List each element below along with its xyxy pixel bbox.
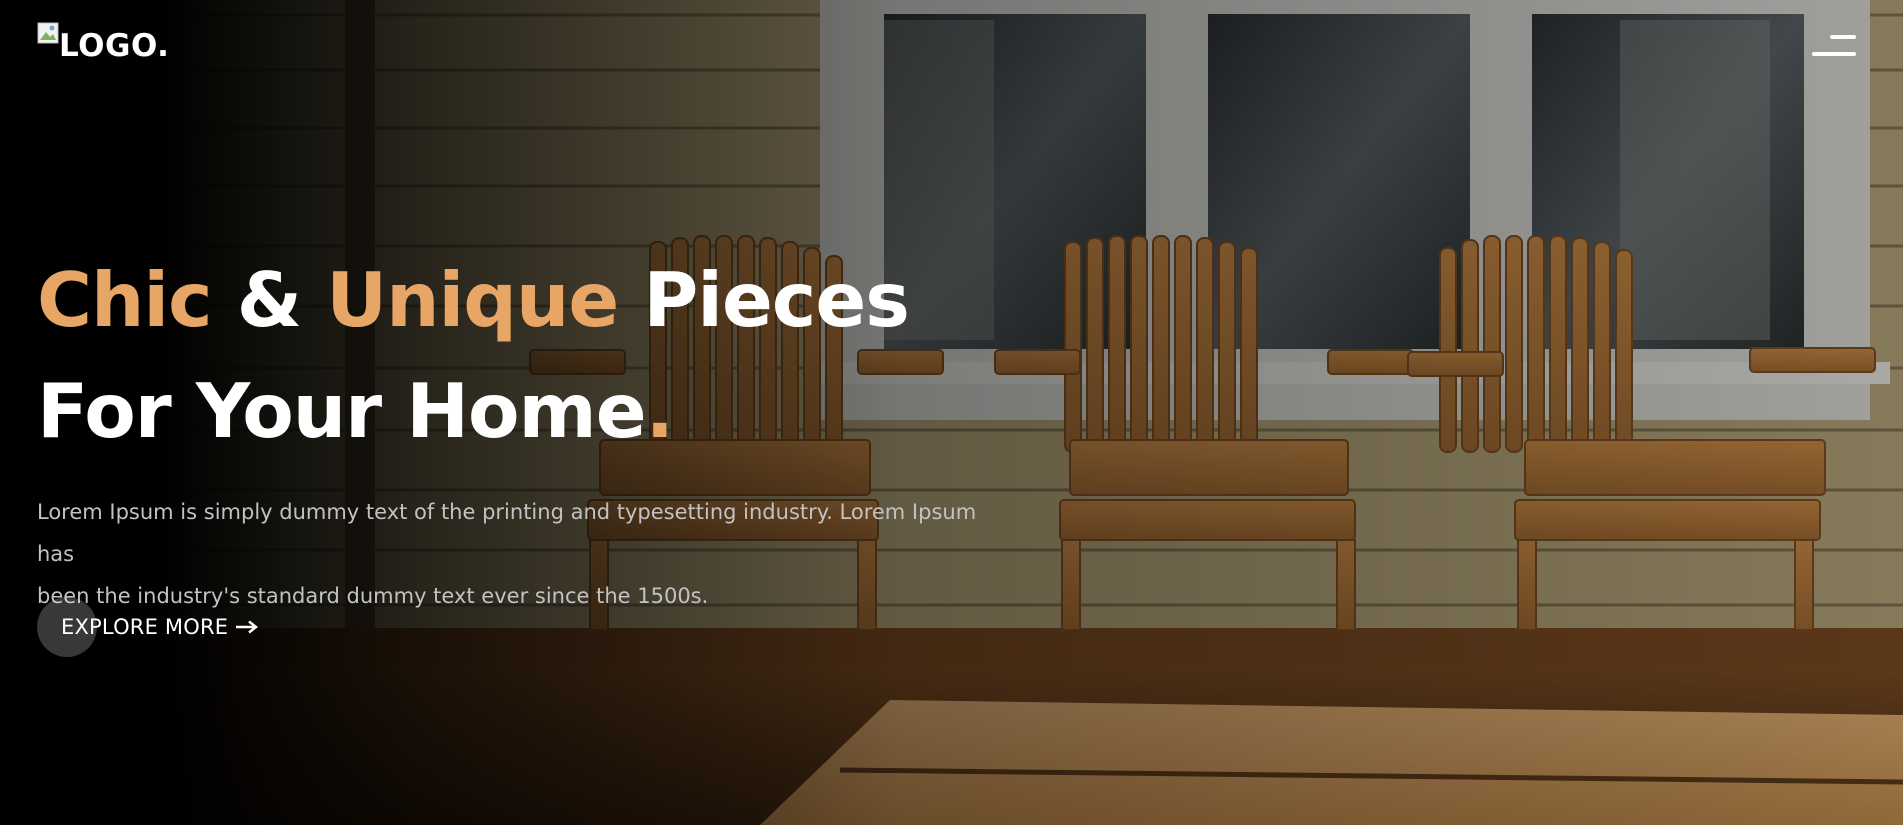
hero-title-line-2: For Your Home. bbox=[37, 356, 1037, 467]
logo[interactable]: LOGO. bbox=[37, 22, 169, 68]
title-for-your-home: For Your Home bbox=[37, 367, 647, 455]
logo-text: LOGO. bbox=[59, 28, 170, 64]
arrow-right-icon bbox=[236, 620, 259, 634]
title-word-unique: Unique bbox=[326, 256, 619, 344]
title-period: . bbox=[645, 367, 674, 455]
hero-content: Chic & Unique Pieces For Your Home. Lore… bbox=[37, 245, 1037, 617]
hamburger-menu-icon-bar bbox=[1812, 52, 1856, 56]
menu-button[interactable] bbox=[1808, 30, 1856, 60]
explore-more-label: EXPLORE MORE bbox=[61, 615, 229, 639]
broken-image-icon bbox=[37, 22, 59, 44]
hero-title: Chic & Unique Pieces For Your Home. bbox=[37, 245, 1037, 467]
title-ampersand: & bbox=[236, 256, 302, 344]
title-word-chic: Chic bbox=[37, 256, 213, 344]
hero-section: LOGO. Chic & Unique Pieces For Your Home… bbox=[0, 0, 1903, 825]
explore-more-button[interactable]: EXPLORE MORE bbox=[37, 597, 259, 657]
hero-title-line-1: Chic & Unique Pieces bbox=[37, 245, 1037, 356]
hamburger-menu-icon bbox=[1830, 35, 1856, 39]
hero-description-line-1: Lorem Ipsum is simply dummy text of the … bbox=[37, 500, 977, 566]
title-word-pieces: Pieces bbox=[643, 256, 910, 344]
site-header: LOGO. bbox=[0, 0, 1903, 90]
